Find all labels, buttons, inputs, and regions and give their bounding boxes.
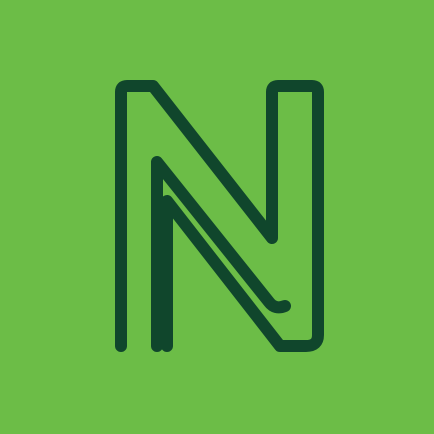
logo-background: [0, 0, 434, 434]
app-icon: [0, 0, 434, 434]
n-logo-icon: [0, 0, 434, 434]
